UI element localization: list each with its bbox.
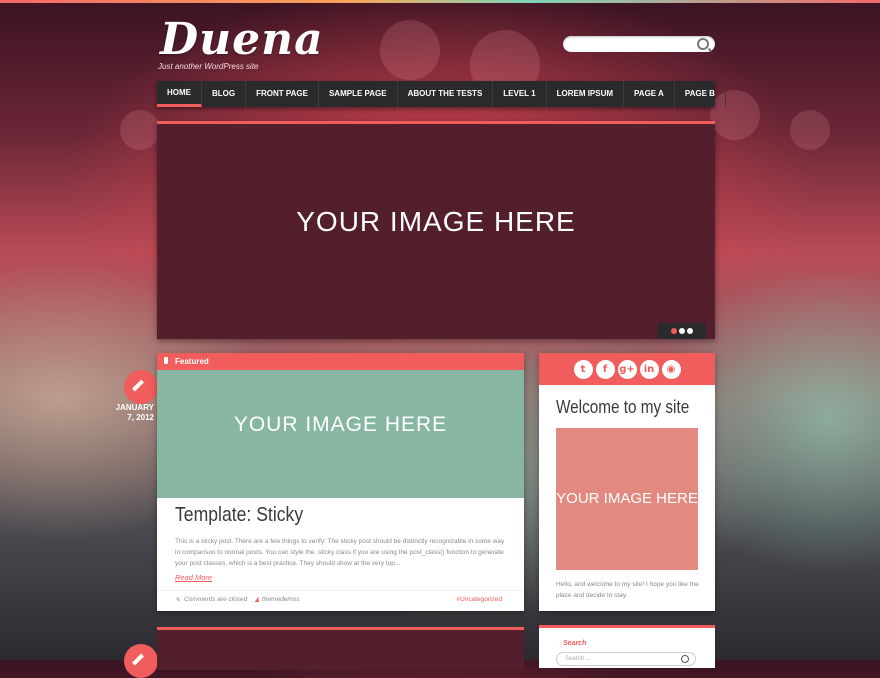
slider-pagination <box>658 323 706 339</box>
rss-icon[interactable]: ◉ <box>661 359 681 379</box>
post-date: JANUARY 7, 2012 <box>115 403 154 422</box>
featured-slider[interactable]: YOUR IMAGE HERE <box>157 121 715 339</box>
comment-icon: ✎ <box>175 597 181 604</box>
bokeh-decoration <box>790 110 830 150</box>
nav-item-home[interactable]: HOME <box>157 81 202 107</box>
slider-dot[interactable] <box>687 328 693 334</box>
post-image-placeholder[interactable]: YOUR IMAGE HERE <box>157 370 524 498</box>
site-logo[interactable]: Duena <box>160 14 324 65</box>
nav-item-page-b[interactable]: PAGE B <box>675 81 726 107</box>
search-placeholder: Search ... <box>565 656 591 662</box>
post-meta: ✎ Comments are closed ♟ themedemos #Unca… <box>157 590 524 611</box>
bokeh-decoration <box>380 20 440 80</box>
post-excerpt: This is a sticky post. There are a few t… <box>175 538 505 567</box>
read-more-link[interactable]: Read More <box>175 573 212 582</box>
sidebar-image-placeholder: YOUR IMAGE HERE <box>556 428 698 570</box>
comments-status: Comments are closed <box>184 596 248 603</box>
post-format-badge <box>124 370 158 404</box>
nav-item-page-a[interactable]: PAGE A <box>624 81 675 107</box>
nav-item-blog[interactable]: BLOG <box>202 81 247 107</box>
sidebar-widget-welcome: t f g+ in ◉ Welcome to my site YOUR IMAG… <box>539 353 715 611</box>
slider-dot[interactable] <box>671 328 677 334</box>
top-accent-bar <box>0 0 880 3</box>
bokeh-decoration <box>120 110 160 150</box>
linkedin-icon[interactable]: in <box>639 359 659 379</box>
nav-item-lorem-ipsum[interactable]: LOREM IPSUM <box>547 81 625 107</box>
slider-image-placeholder: YOUR IMAGE HERE <box>296 206 576 237</box>
slider-dot[interactable] <box>679 328 685 334</box>
nav-item-level-1[interactable]: LEVEL 1 <box>493 81 547 107</box>
pin-icon <box>164 357 168 364</box>
welcome-text: Hello, and welcome to my site! I hope yo… <box>556 581 699 599</box>
next-post-preview <box>157 627 524 670</box>
post-category[interactable]: #Uncategorized <box>456 596 502 603</box>
featured-bar: Featured <box>157 353 524 370</box>
twitter-icon[interactable]: t <box>573 359 593 379</box>
post-author[interactable]: themedemos <box>262 596 300 603</box>
post-title[interactable]: Template: Sticky <box>175 504 303 527</box>
facebook-icon[interactable]: f <box>595 359 615 379</box>
search-icon[interactable] <box>681 655 689 663</box>
post-format-badge <box>124 644 158 678</box>
search-icon[interactable] <box>697 38 709 50</box>
featured-label: Featured <box>175 357 209 366</box>
site-tagline: Just another WordPress site <box>158 62 259 71</box>
nav-item-front-page[interactable]: FRONT PAGE <box>246 81 319 107</box>
author-icon: ♟ <box>254 597 260 604</box>
nav-item-sample-page[interactable]: SAMPLE PAGE <box>319 81 398 107</box>
header-search-input[interactable] <box>563 36 715 52</box>
main-navigation: HOME BLOG FRONT PAGE SAMPLE PAGE ABOUT T… <box>157 81 726 107</box>
social-icons-bar: t f g+ in ◉ <box>539 353 715 385</box>
sidebar-search-input[interactable]: Search ... <box>556 652 696 666</box>
nav-item-about-the-tests[interactable]: ABOUT THE TESTS <box>398 81 494 107</box>
sidebar-search-widget: Search Search ... <box>539 625 715 668</box>
google-plus-icon[interactable]: g+ <box>617 359 637 379</box>
search-widget-label: Search <box>563 640 587 647</box>
widget-title: Welcome to my site <box>556 397 690 417</box>
sticky-post: Featured YOUR IMAGE HERE Template: Stick… <box>157 353 524 611</box>
pencil-icon <box>131 379 145 392</box>
